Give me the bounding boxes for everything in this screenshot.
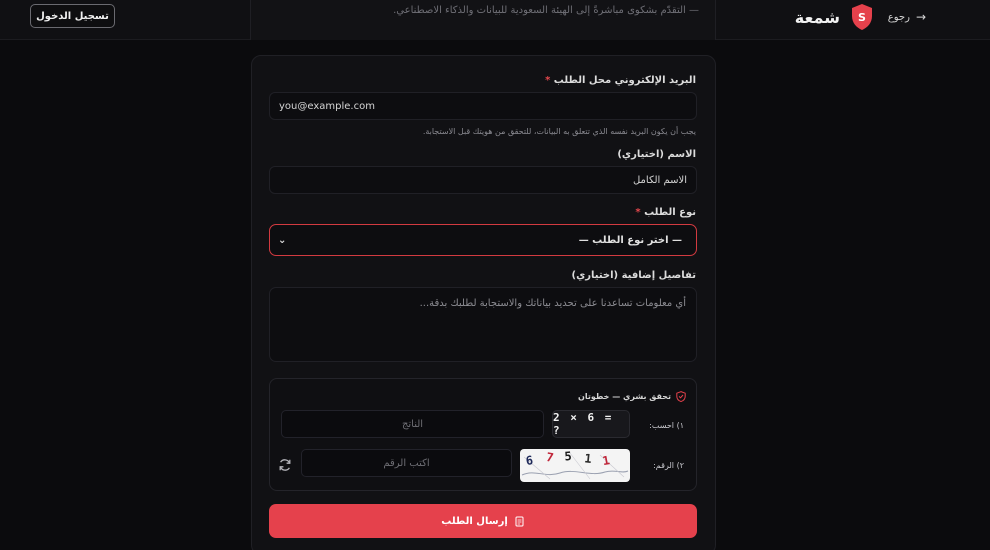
send-document-icon (515, 516, 524, 526)
captcha-digit: 6 (525, 453, 534, 468)
captcha-digit: 7 (545, 450, 555, 465)
email-label-text: البريد الإلكتروني محل الطلب (553, 75, 696, 86)
captcha-title: تحقق بشري — خطوتان (578, 391, 686, 402)
captcha-digit: 1 (601, 453, 611, 468)
brand-logo[interactable]: S شمعة (795, 3, 874, 31)
refresh-icon[interactable] (278, 458, 292, 472)
details-label: تفاصيل إضافية (اختياري) (571, 270, 697, 281)
email-value: you@example.com (279, 100, 375, 112)
arrow-right-icon: → (915, 10, 926, 24)
captcha-step1-label: ١) احسب: (649, 421, 684, 430)
shield-icon: S (852, 4, 872, 30)
submit-request-button[interactable]: إرسال الطلب (269, 504, 697, 538)
email-field[interactable]: you@example.com (269, 92, 697, 120)
request-type-label-text: نوع الطلب (644, 207, 696, 218)
captcha-title-text: تحقق بشري — خطوتان (578, 392, 671, 401)
shield-check-icon (676, 391, 686, 402)
brand-letter: S (858, 11, 866, 24)
name-label: الاسم (اختياري) (617, 149, 696, 160)
request-type-select[interactable]: — اختر نوع الطلب — ⌄ (269, 224, 697, 256)
name-field[interactable]: الاسم الكامل (269, 166, 697, 194)
header-intro-text: — التقدّم بشكوى مباشرةً إلى الهيئة السعو… (393, 5, 699, 16)
top-header: — التقدّم بشكوى مباشرةً إلى الهيئة السعو… (0, 0, 990, 40)
captcha-digits-image: 67511 (520, 449, 630, 482)
details-textarea[interactable]: أي معلومات تساعدنا على تحديد بياناتك وال… (269, 287, 697, 362)
captcha-step2-label: ٢) الرقم: (653, 461, 684, 470)
captcha-answer-placeholder: الناتج (401, 418, 424, 430)
back-link[interactable]: → رجوع (888, 10, 926, 24)
request-type-label: نوع الطلب * (635, 207, 696, 218)
submit-request-label: إرسال الطلب (441, 515, 508, 527)
email-hint: يجب أن يكون البريد نفسه الذي تتعلق به ال… (422, 127, 696, 136)
required-asterisk: * (545, 75, 551, 86)
captcha-digit: 5 (564, 449, 572, 463)
captcha-answer-input[interactable]: الناتج (281, 410, 544, 438)
captcha-digit: 1 (584, 451, 593, 466)
required-asterisk: * (635, 207, 641, 218)
details-placeholder: أي معلومات تساعدنا على تحديد بياناتك وال… (419, 298, 686, 309)
captcha-equation: 2 × 6 = ? (552, 410, 630, 438)
email-label: البريد الإلكتروني محل الطلب * (545, 75, 696, 86)
request-type-selected: — اختر نوع الطلب — (578, 234, 682, 246)
captcha-digits-input[interactable]: اكتب الرقم (301, 449, 512, 477)
back-link-label: رجوع (887, 11, 910, 23)
request-form-card: البريد الإلكتروني محل الطلب * you@exampl… (251, 55, 716, 550)
header-intro-panel: — التقدّم بشكوى مباشرةً إلى الهيئة السعو… (250, 0, 716, 40)
human-verification-box: تحقق بشري — خطوتان ١) احسب: 2 × 6 = ? ال… (269, 378, 697, 491)
brand-name: شمعة (794, 7, 840, 27)
chevron-down-icon: ⌄ (278, 234, 287, 246)
login-button[interactable]: تسجيل الدخول (30, 4, 115, 28)
name-placeholder: الاسم الكامل (632, 174, 687, 186)
captcha-digits-placeholder: اكتب الرقم (383, 457, 430, 469)
